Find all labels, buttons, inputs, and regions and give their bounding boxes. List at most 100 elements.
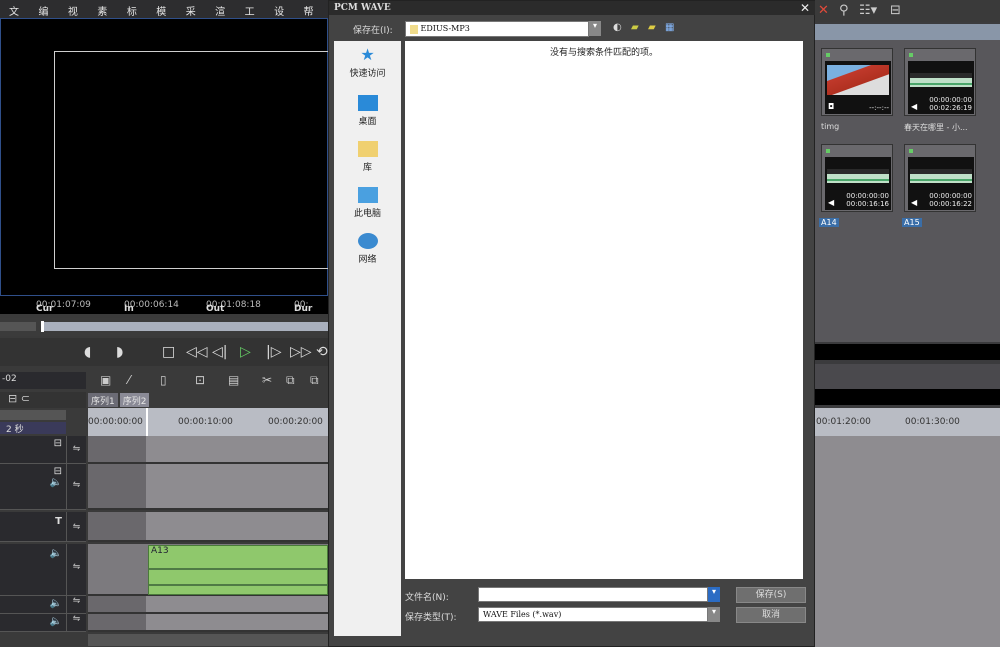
set-in-icon[interactable]: ◖ — [84, 344, 91, 360]
save-icon[interactable]: ▤ — [228, 373, 239, 387]
set-out-icon[interactable]: ◗ — [116, 344, 123, 360]
va-track[interactable] — [88, 464, 328, 510]
place-label: 此电脑 — [353, 209, 381, 219]
fast-forward-icon[interactable]: ▷▷ — [290, 344, 312, 360]
ruler-label: 00:00:20:00 — [268, 417, 323, 427]
timeline-ruler[interactable]: 00:00:00:00 00:00:10:00 00:00:20:00 — [88, 408, 328, 436]
menu-mode[interactable]: 模式 — [151, 0, 180, 33]
menu-clip[interactable]: 素材 — [92, 0, 121, 33]
play-icon[interactable]: ▷ — [240, 344, 251, 360]
place-quick-access[interactable]: ★ 快速访问 — [334, 45, 401, 80]
filename-label: 文件名(N): — [405, 593, 449, 603]
position-slider[interactable] — [0, 318, 328, 336]
sync-icon[interactable]: ⇋ — [66, 464, 86, 510]
bin-clip-a15[interactable]: ◀ 00:00:00:00 00:00:16:22 — [904, 144, 976, 212]
bin-clip-a14[interactable]: ◀ 00:00:00:00 00:00:16:16 — [821, 144, 893, 212]
import-icon[interactable]: ⊡ — [195, 373, 205, 387]
ruler-label: 00:01:30:00 — [905, 417, 960, 427]
file-list[interactable]: 没有与搜索条件匹配的项。 — [405, 41, 803, 579]
place-desktop[interactable]: 桌面 — [334, 95, 401, 127]
view-mode-icon[interactable]: ☷▾ — [859, 3, 877, 18]
filename-dropdown[interactable]: ▾ — [708, 587, 720, 602]
star-icon: ★ — [360, 45, 375, 64]
close-button[interactable]: ✕ — [800, 1, 810, 15]
menu-settings[interactable]: 设置 — [269, 0, 298, 33]
zoom-scale[interactable]: 2 秒 — [0, 422, 66, 435]
save-in-dropdown[interactable]: ▾ — [589, 21, 601, 36]
menu-capture[interactable]: 采集 — [181, 0, 210, 33]
properties-icon[interactable]: ⚲ — [839, 3, 849, 18]
place-this-pc[interactable]: 此电脑 — [334, 187, 401, 219]
stop-icon[interactable]: □ — [162, 344, 175, 360]
menu-marker[interactable]: 标记 — [122, 0, 151, 33]
clip-caption: A14 — [819, 218, 839, 227]
snapshot-icon[interactable]: ▣ — [100, 373, 111, 387]
back-icon[interactable]: ◐ — [613, 22, 622, 33]
slider-handle[interactable] — [41, 321, 44, 332]
menu-edit[interactable]: 编辑 — [33, 0, 62, 33]
sync-icon[interactable]: ⇋ — [66, 436, 86, 464]
menu-tools[interactable]: 工具 — [240, 0, 269, 33]
ruler-label: 00:01:20:00 — [816, 417, 871, 427]
link-icon[interactable]: ⊟ — [8, 392, 17, 405]
clip-caption: timg — [821, 122, 840, 131]
view-menu-icon[interactable]: ▦ — [665, 22, 674, 33]
tab-sequence-2[interactable]: 序列2 — [119, 393, 150, 407]
cut-icon[interactable]: ✂ — [262, 373, 272, 387]
filetype-select[interactable]: WAVE Files (*.wav) — [478, 607, 708, 622]
save-in-select[interactable]: EDIUS-MP3 — [405, 21, 589, 37]
ruler-label: 00:00:10:00 — [178, 417, 233, 427]
folder-icon — [410, 24, 418, 34]
video-track[interactable] — [88, 436, 328, 464]
library-icon — [357, 141, 378, 157]
place-label: 桌面 — [358, 117, 377, 127]
zoom-slider[interactable] — [0, 410, 66, 420]
sync-icon[interactable]: ⇋ — [66, 614, 86, 632]
bin-clip-timg[interactable]: ◘ --:--:-- — [821, 48, 893, 116]
filetype-dropdown[interactable]: ▾ — [708, 607, 720, 622]
place-library[interactable]: 库 — [334, 141, 401, 173]
horizontal-scrollbar[interactable] — [88, 634, 328, 646]
sync-icon[interactable]: ⇋ — [66, 512, 86, 542]
filename-input[interactable] — [478, 587, 708, 602]
menu-view[interactable]: 视图 — [63, 0, 92, 33]
cancel-button[interactable]: 取消 — [736, 607, 806, 623]
tab-sequence-1[interactable]: 序列1 — [88, 393, 118, 407]
playback-controls: ◖ ◗ □ ◁◁ ◁| ▷ |▷ ▷▷ ⟲ — [0, 338, 328, 366]
timeline-ruler-right[interactable]: 00:01:20:00 00:01:30:00 — [815, 408, 1000, 436]
effect-icon[interactable]: ⁄ — [128, 373, 130, 387]
place-network[interactable]: 网络 — [334, 233, 401, 265]
sync-icon[interactable]: ⇋ — [66, 596, 86, 614]
bin-toolbar: ✕ ⚲ ☷▾ ⊟ — [815, 0, 1000, 22]
paste-icon[interactable]: ⧉ — [310, 373, 319, 388]
save-in-value: EDIUS-MP3 — [420, 24, 470, 33]
place-label: 网络 — [358, 255, 377, 265]
new-file-icon[interactable]: ▯ — [160, 373, 167, 387]
loop-icon[interactable]: ⟲ — [316, 344, 328, 360]
save-button[interactable]: 保存(S) — [736, 587, 806, 603]
menu-file[interactable]: 文件 — [4, 0, 33, 33]
group-icon[interactable]: ⊂ — [21, 392, 30, 405]
menu-render[interactable]: 渲染 — [210, 0, 239, 33]
menu-help[interactable]: 帮助 — [299, 0, 328, 33]
computer-icon — [357, 187, 378, 203]
rewind-icon[interactable]: ◁◁ — [186, 344, 208, 360]
copy-icon[interactable]: ⧉ — [286, 373, 295, 388]
delete-icon[interactable]: ✕ — [818, 3, 829, 18]
image-thumbnail — [827, 65, 889, 95]
bin-icon[interactable]: ⊟ — [890, 3, 901, 18]
step-forward-icon[interactable]: |▷ — [266, 344, 281, 360]
step-back-icon[interactable]: ◁| — [212, 344, 227, 360]
audio-clip[interactable]: A13 — [148, 545, 328, 595]
sync-icon[interactable]: ⇋ — [66, 544, 86, 596]
title-track[interactable] — [88, 512, 328, 542]
audio-track-3[interactable] — [88, 614, 328, 632]
timeline-tracks-right[interactable] — [815, 436, 1000, 647]
bin-clip-audio[interactable]: ◀ 00:00:00:00 00:02:26:19 — [904, 48, 976, 116]
playhead[interactable] — [146, 408, 148, 436]
audio-track-2[interactable] — [88, 596, 328, 614]
new-folder-icon[interactable]: ▰ — [648, 22, 656, 33]
speaker-icon: 🔈 — [49, 598, 62, 609]
speaker-icon: ◀ — [911, 198, 918, 207]
up-folder-icon[interactable]: ▰ — [631, 22, 639, 33]
